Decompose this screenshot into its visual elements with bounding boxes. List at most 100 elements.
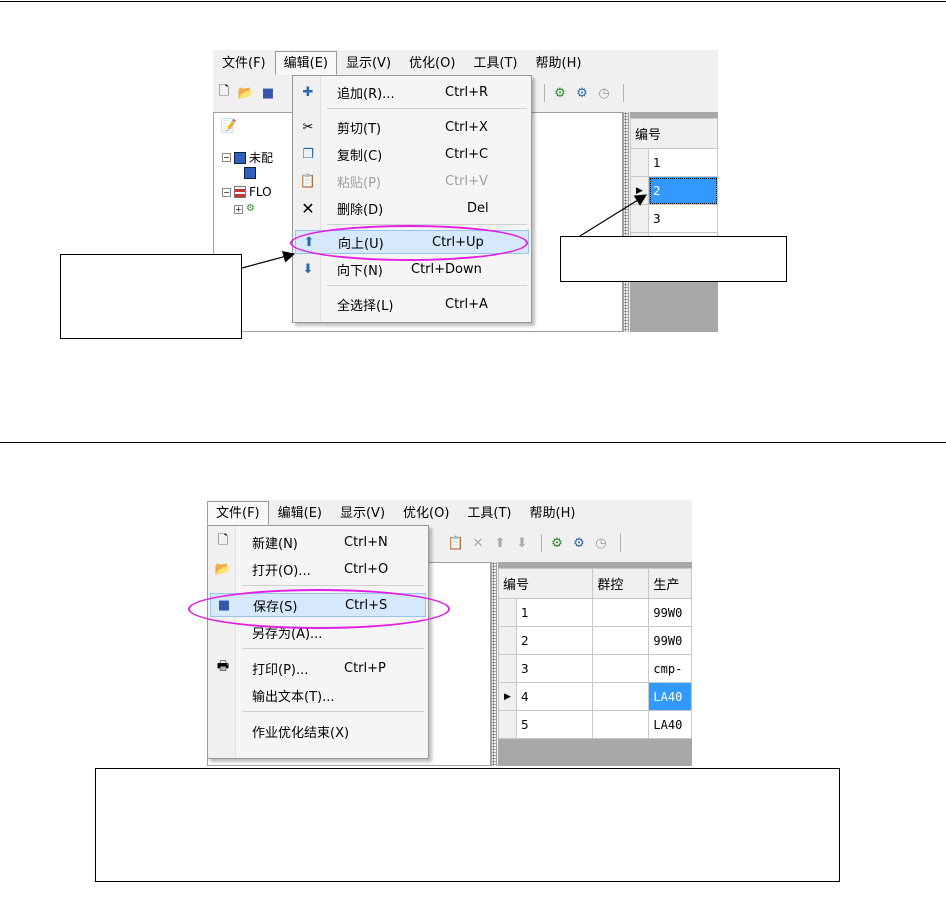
table-row[interactable]: 2 99W0 — [498, 626, 692, 655]
cell-number[interactable]: 3 — [648, 204, 718, 233]
delete-icon[interactable]: ✕ — [469, 534, 487, 552]
network-icon: ⚙ — [246, 203, 255, 214]
cell-number[interactable]: 2 — [515, 626, 594, 655]
scissors-icon: ✂ — [302, 119, 314, 135]
menu-file[interactable]: 文件(F) — [207, 501, 269, 525]
row-header[interactable] — [498, 654, 517, 683]
flow-icon — [234, 186, 246, 198]
menu-help[interactable]: 帮助(H) — [527, 51, 591, 75]
menu-item-open[interactable]: 📂 打开(O)... Ctrl+O — [210, 557, 426, 581]
expand-icon[interactable]: + — [234, 204, 243, 214]
column-header-number[interactable]: 编号 — [630, 118, 718, 149]
menu-help[interactable]: 帮助(H) — [521, 501, 585, 525]
column-header-production[interactable]: 生产 — [648, 568, 692, 599]
table-row[interactable]: 1 99W0 — [498, 598, 692, 627]
column-header-group[interactable]: 群控 — [592, 568, 650, 599]
collapse-icon[interactable]: − — [222, 187, 231, 197]
menu-tools[interactable]: 工具(T) — [458, 501, 520, 525]
menu-item-copy[interactable]: ❐ 复制(C) Ctrl+C — [295, 142, 529, 166]
table-row[interactable]: 3 — [630, 204, 718, 233]
network-blue-icon[interactable]: ⚙ — [570, 534, 588, 552]
row-header[interactable] — [630, 148, 649, 177]
cell-production[interactable]: 99W0 — [648, 598, 692, 627]
cell-number[interactable]: 5 — [515, 710, 594, 739]
network-green-icon[interactable]: ⚙ — [548, 534, 566, 552]
cell-number[interactable]: 4 — [515, 682, 594, 711]
row-header[interactable] — [630, 204, 649, 233]
menu-item-move-down[interactable]: ⬇ 向下(N) Ctrl+Down — [295, 257, 529, 281]
save-icon[interactable]: ■ — [259, 84, 277, 102]
menu-item-save[interactable]: ■ 保存(S) Ctrl+S — [210, 593, 426, 617]
menu-edit[interactable]: 编辑(E) — [269, 501, 331, 525]
menu-file[interactable]: 文件(F) — [213, 51, 275, 75]
new-file-icon: 🗋 — [217, 533, 229, 548]
delete-icon: ✕ — [301, 198, 315, 218]
menu-item-end-optimization[interactable]: 作业优化结束(X) — [210, 719, 426, 743]
menu-item-shortcut: Ctrl+V — [445, 173, 488, 189]
menu-item-select-all[interactable]: 全选择(L) Ctrl+A — [295, 292, 529, 316]
cell-number[interactable]: 3 — [515, 654, 594, 683]
menu-item-delete[interactable]: ✕ 删除(D) Del — [295, 196, 529, 220]
cell-group[interactable] — [592, 682, 650, 711]
table-row[interactable]: 5 LA40 — [498, 710, 692, 739]
row-header[interactable] — [498, 626, 517, 655]
panel-splitter[interactable] — [623, 112, 629, 332]
tree-node-flow[interactable]: − FLO — [222, 185, 272, 199]
tree-node-sub[interactable]: + ⚙ — [234, 203, 261, 215]
collapse-icon[interactable]: − — [222, 153, 231, 162]
menu-item-label: 剪切(T) — [337, 121, 382, 137]
menu-item-cut[interactable]: ✂ 剪切(T) Ctrl+X — [295, 115, 529, 139]
menu-edit[interactable]: 编辑(E) — [274, 51, 337, 75]
cell-number[interactable]: 1 — [648, 148, 718, 177]
paste-icon[interactable]: 📋 — [447, 534, 465, 552]
cell-production[interactable]: cmp- — [648, 654, 692, 683]
cell-production[interactable]: LA40 — [648, 710, 692, 739]
menu-view[interactable]: 显示(V) — [337, 51, 400, 75]
callout-box-right — [560, 236, 787, 282]
column-header-number[interactable]: 编号 — [497, 568, 594, 599]
arrow-up-icon[interactable]: ⬆ — [491, 534, 509, 552]
clock-icon[interactable]: ◷ — [592, 534, 610, 552]
menu-item-export-text[interactable]: 输出文本(T)... — [210, 683, 426, 707]
cell-group[interactable] — [592, 710, 650, 739]
table-row[interactable]: 1 — [630, 148, 718, 177]
arrow-down-icon[interactable]: ⬇ — [513, 534, 531, 552]
menu-item-label: 粘贴(P) — [337, 175, 381, 191]
row-pointer-icon[interactable]: ▶ — [630, 176, 649, 205]
tree-node-unconfigured[interactable]: − 未配 — [222, 149, 273, 166]
top-toolbar: 🗋 📂 ■ — [215, 84, 281, 102]
row-header[interactable] — [498, 598, 517, 627]
menu-item-shortcut: Ctrl+A — [445, 296, 488, 312]
cell-number-selected[interactable]: 2 — [648, 176, 718, 205]
network-blue-icon[interactable]: ⚙ — [573, 84, 591, 102]
panel-splitter[interactable] — [491, 562, 497, 766]
clock-icon[interactable]: ◷ — [595, 84, 613, 102]
table-row[interactable]: ▶ 2 — [630, 176, 718, 205]
cell-production-selected[interactable]: LA40 — [648, 682, 692, 711]
row-header[interactable] — [498, 710, 517, 739]
tree-node-child[interactable] — [244, 167, 259, 179]
table-row[interactable]: ▶ 4 LA40 — [498, 682, 692, 711]
table-row[interactable]: 3 cmp- — [498, 654, 692, 683]
menu-item-paste[interactable]: 📋 粘贴(P) Ctrl+V — [295, 169, 529, 193]
menu-item-save-as[interactable]: 另存为(A)... — [210, 620, 426, 644]
new-file-icon[interactable]: 🗋 — [215, 84, 233, 102]
network-green-icon[interactable]: ⚙ — [551, 84, 569, 102]
menu-optimize[interactable]: 优化(O) — [400, 51, 464, 75]
cell-production[interactable]: 99W0 — [648, 626, 692, 655]
properties-icon[interactable]: 📝 — [220, 117, 238, 135]
menu-item-print[interactable]: 🖶 打印(P)... Ctrl+P — [210, 656, 426, 680]
row-pointer-icon[interactable]: ▶ — [498, 682, 517, 711]
open-folder-icon[interactable]: 📂 — [237, 84, 255, 102]
menu-view[interactable]: 显示(V) — [331, 501, 394, 525]
cell-number[interactable]: 1 — [515, 598, 594, 627]
cell-group[interactable] — [592, 654, 650, 683]
cell-group[interactable] — [592, 626, 650, 655]
menu-optimize[interactable]: 优化(O) — [394, 501, 458, 525]
cell-group[interactable] — [592, 598, 650, 627]
menu-item-move-up[interactable]: ⬆ 向上(U) Ctrl+Up — [295, 230, 529, 254]
file-dropdown-menu: 🗋 新建(N) Ctrl+N 📂 打开(O)... Ctrl+O ■ 保存(S)… — [207, 525, 429, 759]
menu-item-append[interactable]: ✚ 追加(R)... Ctrl+R — [295, 80, 529, 104]
menu-item-new[interactable]: 🗋 新建(N) Ctrl+N — [210, 530, 426, 554]
menu-tools[interactable]: 工具(T) — [464, 51, 526, 75]
